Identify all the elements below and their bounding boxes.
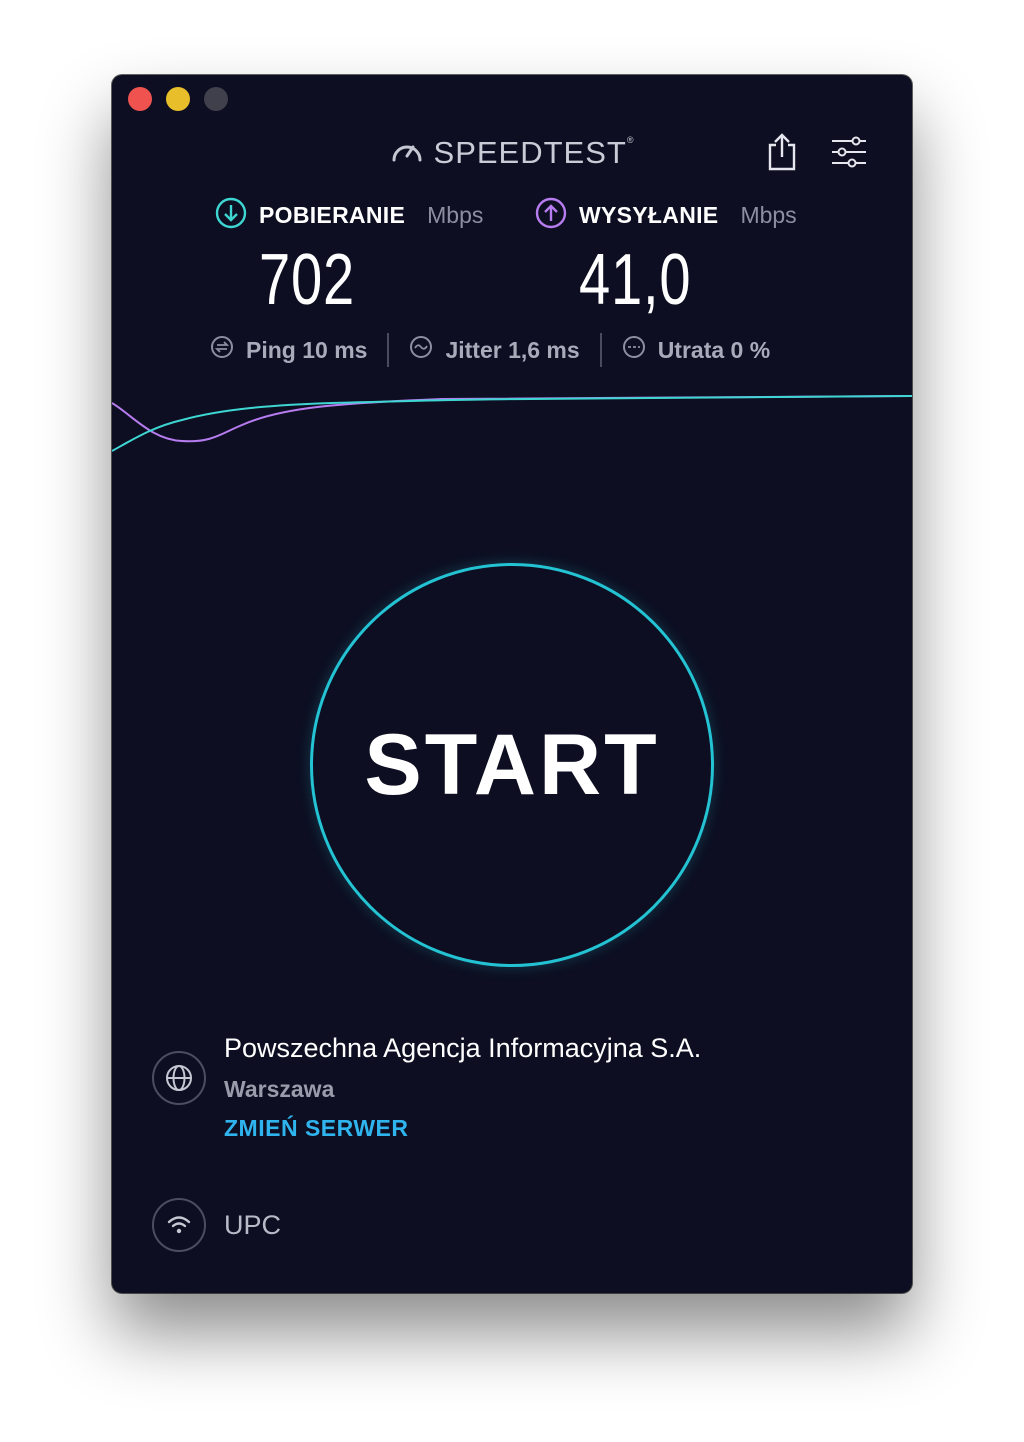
change-server-link[interactable]: ZMIEŃ SERWER bbox=[224, 1115, 701, 1142]
upload-graph-line bbox=[112, 395, 912, 443]
packet-loss-icon bbox=[622, 335, 646, 365]
upload-unit: Mbps bbox=[740, 201, 797, 228]
speedtest-window: SPEEDTEST® POBIERANIE Mbps 702 WYSYŁANIE… bbox=[112, 75, 912, 1293]
download-value: 702 bbox=[259, 240, 356, 320]
download-graph-line bbox=[112, 395, 912, 452]
brand-name: SPEEDTEST® bbox=[433, 135, 635, 170]
download-label: POBIERANIE bbox=[259, 201, 406, 228]
isp-name: UPC bbox=[224, 1209, 282, 1240]
globe-icon bbox=[152, 1051, 206, 1105]
upload-arrow-icon bbox=[535, 197, 567, 233]
start-button[interactable]: START bbox=[310, 563, 714, 967]
upload-label: WYSYŁANIE bbox=[579, 201, 719, 228]
divider bbox=[599, 333, 602, 367]
upload-value: 41,0 bbox=[579, 240, 692, 320]
jitter-stat: Jitter 1,6 ms bbox=[409, 335, 580, 365]
wifi-icon bbox=[152, 1198, 206, 1252]
divider bbox=[387, 333, 390, 367]
server-info: Powszechna Agencja Informacyjna S.A. War… bbox=[152, 1033, 701, 1142]
settings-sliders-icon[interactable] bbox=[830, 135, 868, 169]
close-button[interactable] bbox=[128, 87, 152, 111]
minimize-button[interactable] bbox=[166, 87, 190, 111]
speed-graph bbox=[112, 395, 912, 452]
download-metric: POBIERANIE Mbps 702 bbox=[215, 197, 483, 321]
share-icon[interactable] bbox=[764, 131, 800, 173]
gauge-icon bbox=[390, 136, 424, 170]
window-controls bbox=[128, 87, 228, 111]
loss-text: Utrata 0 % bbox=[657, 336, 771, 363]
isp-info: UPC bbox=[152, 1198, 281, 1252]
start-label: START bbox=[364, 716, 660, 813]
download-unit: Mbps bbox=[427, 201, 484, 228]
jitter-text: Jitter 1,6 ms bbox=[445, 336, 580, 363]
download-arrow-icon bbox=[215, 197, 247, 233]
ping-icon bbox=[210, 335, 234, 365]
loss-stat: Utrata 0 % bbox=[622, 335, 770, 365]
server-name: Powszechna Agencja Informacyjna S.A. bbox=[224, 1033, 702, 1063]
upload-metric: WYSYŁANIE Mbps 41,0 bbox=[535, 197, 797, 321]
ping-stat: Ping 10 ms bbox=[210, 335, 367, 365]
latency-stats: Ping 10 ms Jitter 1,6 ms Utrata 0 % bbox=[210, 333, 770, 367]
jitter-icon bbox=[409, 335, 433, 365]
server-city: Warszawa bbox=[224, 1076, 335, 1102]
zoom-button[interactable] bbox=[204, 87, 228, 111]
ping-text: Ping 10 ms bbox=[246, 336, 368, 363]
